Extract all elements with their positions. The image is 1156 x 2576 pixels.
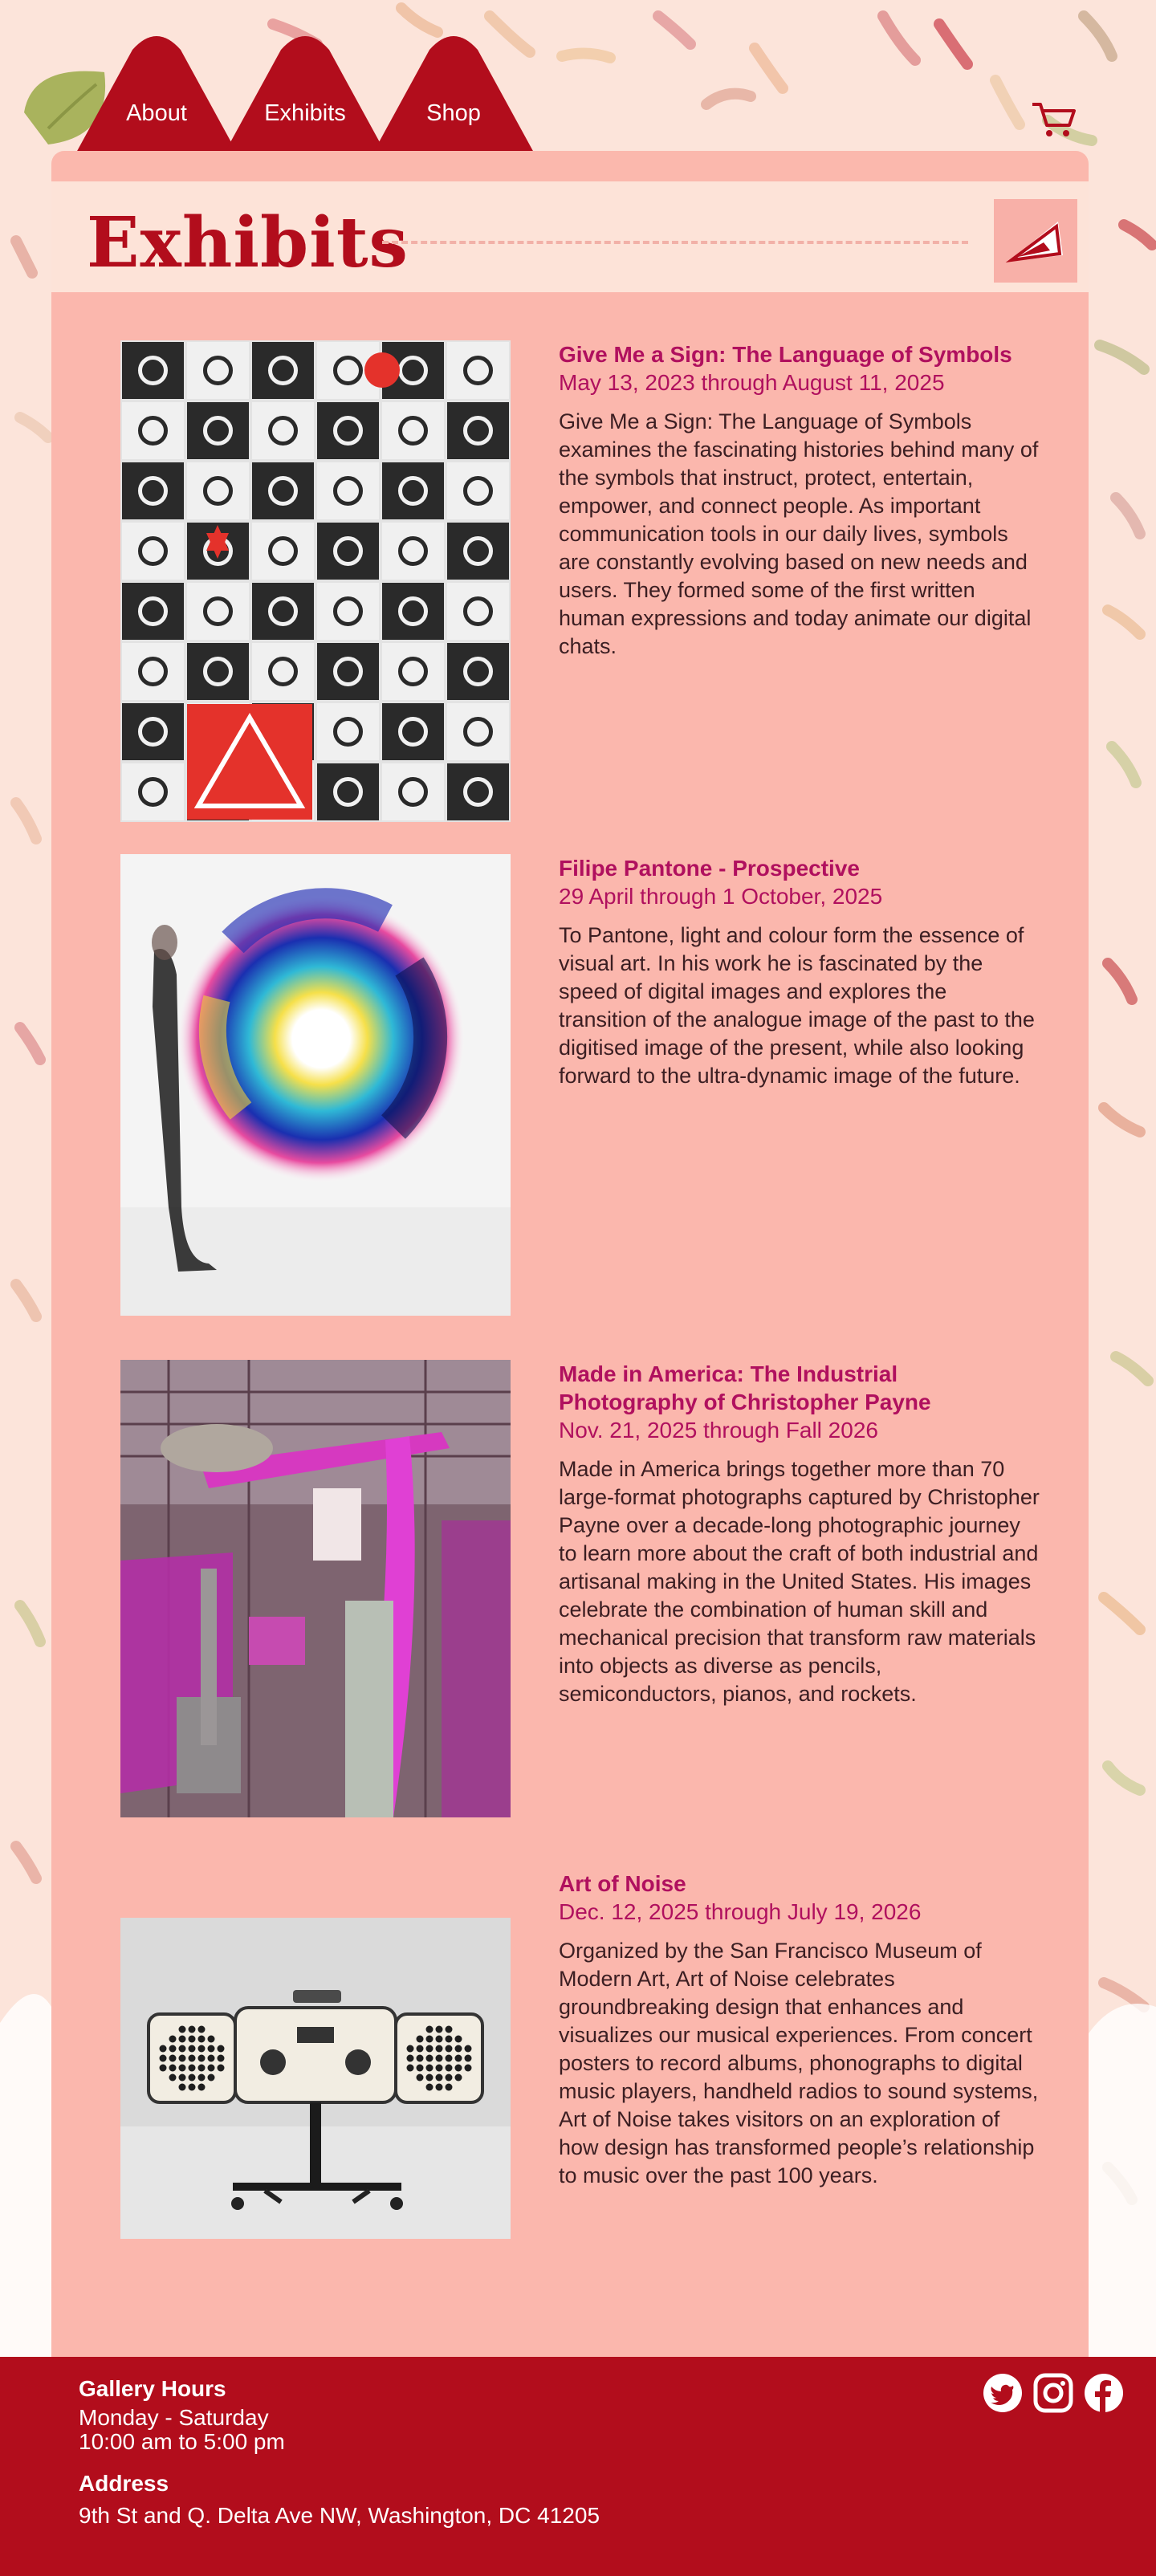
rainbow-disc-artwork-photo	[120, 854, 511, 1316]
exhibit-card: Art of Noise Dec. 12, 2025 through July …	[120, 1870, 1045, 2303]
pyramid-icon	[1005, 222, 1063, 262]
exhibit-dates: May 13, 2023 through August 11, 2025	[559, 370, 945, 395]
instagram-icon[interactable]	[1033, 2373, 1073, 2413]
shopping-cart-icon[interactable]	[1029, 100, 1077, 140]
page-header: Exhibits	[51, 181, 1089, 292]
exhibit-text: Filipe Pantone - Prospective 29 April th…	[559, 854, 1040, 1090]
exhibit-dates: Dec. 12, 2025 through July 19, 2026	[559, 1899, 922, 1924]
exhibit-description: Organized by the San Francisco Museum of…	[559, 1939, 1039, 2187]
exhibit-text: Made in America: The Industrial Photogra…	[559, 1360, 1040, 1708]
header-divider	[382, 241, 968, 244]
page-title: Exhibits	[87, 202, 409, 283]
exhibit-description: Made in America brings together more tha…	[559, 1457, 1040, 1706]
exhibit-text: Art of Noise Dec. 12, 2025 through July …	[559, 1870, 1040, 2190]
exhibit-title[interactable]: Art of Noise	[559, 1870, 1040, 1898]
nav-exhibits[interactable]: Exhibits	[225, 32, 385, 153]
main-nav: About Exhibits Shop	[24, 32, 562, 153]
magenta-factory-photo	[120, 1360, 511, 1817]
exhibit-image-symbols[interactable]	[120, 340, 511, 822]
nav-exhibits-label: Exhibits	[264, 100, 346, 126]
exhibit-image-noise[interactable]	[120, 1918, 511, 2239]
exhibit-dates: 29 April through 1 October, 2025	[559, 884, 883, 909]
exhibit-image-payne[interactable]	[120, 1360, 511, 1817]
gallery-hours-time: 10:00 am to 5:00 pm	[79, 2429, 285, 2454]
exhibits-panel: Give Me a Sign: The Language of Symbols …	[51, 292, 1089, 2357]
address-text: 9th St and Q. Delta Ave NW, Washington, …	[79, 2503, 600, 2528]
radio-phonograph-photo	[120, 1918, 511, 2239]
exhibit-card: Made in America: The Industrial Photogra…	[120, 1360, 1045, 1817]
symbols-grid-photo	[122, 342, 509, 820]
exhibit-title[interactable]: Give Me a Sign: The Language of Symbols	[559, 340, 1040, 368]
facebook-icon[interactable]	[1084, 2373, 1124, 2413]
nav-shop-label: Shop	[426, 100, 481, 126]
exhibit-description: To Pantone, light and colour form the es…	[559, 923, 1035, 1088]
twitter-icon[interactable]	[983, 2373, 1023, 2413]
exhibit-card: Give Me a Sign: The Language of Symbols …	[120, 340, 1045, 822]
exhibit-title[interactable]: Made in America: The Industrial Photogra…	[559, 1360, 1040, 1416]
exhibit-card: Filipe Pantone - Prospective 29 April th…	[120, 854, 1045, 1316]
gallery-hours-days: Monday - Saturday	[79, 2405, 269, 2430]
exhibit-description: Give Me a Sign: The Language of Symbols …	[559, 409, 1039, 658]
exhibit-dates: Nov. 21, 2025 through Fall 2026	[559, 1418, 878, 1443]
gallery-hours-label: Gallery Hours	[79, 2376, 226, 2401]
pyramid-button[interactable]	[994, 199, 1077, 283]
header-top-bar	[51, 151, 1089, 181]
exhibit-text: Give Me a Sign: The Language of Symbols …	[559, 340, 1040, 661]
exhibit-image-pantone[interactable]	[120, 854, 511, 1316]
footer: Gallery Hours Monday - Saturday 10:00 am…	[0, 2357, 1156, 2576]
nav-shop[interactable]: Shop	[373, 32, 534, 153]
exhibit-title[interactable]: Filipe Pantone - Prospective	[559, 854, 1040, 882]
address-label: Address	[79, 2471, 169, 2496]
